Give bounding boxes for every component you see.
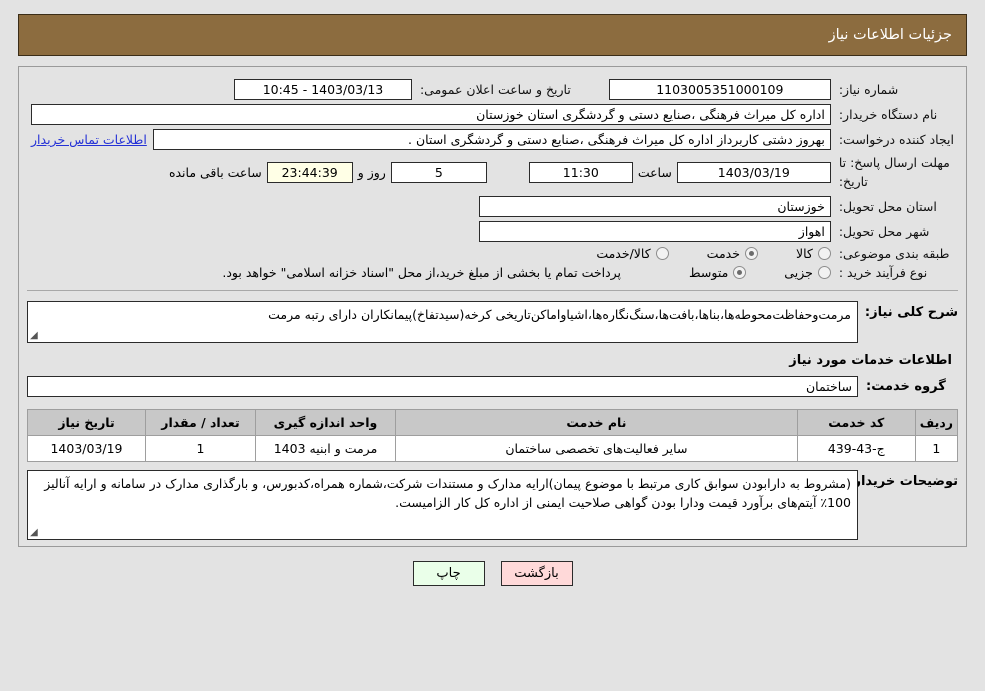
row-buyer-org: نام دستگاه خریدار: اداره کل میراث فرهنگی… <box>27 102 958 127</box>
announce-datetime-label: تاریخ و ساعت اعلان عمومی: <box>419 82 571 97</box>
resize-grip-icon[interactable]: ◣ <box>30 527 40 538</box>
panel-divider <box>27 289 958 291</box>
footer-buttons: بازگشت چاپ <box>0 560 985 586</box>
countdown-timer: 23:44:39 <box>266 162 353 184</box>
col-unit: واحد اندازه گیری <box>255 408 396 436</box>
services-table: ردیف کد خدمت نام خدمت واحد اندازه گیری ت… <box>27 408 959 462</box>
radio-icon[interactable] <box>817 265 831 279</box>
category-option-label: کالا <box>795 245 813 261</box>
deadline-date-value: 1403/03/19 <box>676 162 831 184</box>
need-details-panel: شماره نیاز: 1103005351000109 تاریخ و ساع… <box>18 66 967 547</box>
category-option-kala-khedmat[interactable]: کالا/خدمت <box>596 245 669 261</box>
page-title: جزئیات اطلاعات نیاز <box>828 27 952 43</box>
row-process-type: نوع فرآیند خرید : جزیی متوسط پرداخت تمام… <box>27 263 958 282</box>
process-note: پرداخت تمام یا بخشی از مبلغ خرید،از محل … <box>222 264 622 280</box>
announce-datetime-value: 1403/03/13 - 10:45 <box>233 79 412 100</box>
process-option-motavaset[interactable]: متوسط <box>689 264 747 280</box>
col-index: ردیف <box>914 408 959 436</box>
row-province: استان محل تحویل: خوزستان <box>27 194 958 219</box>
process-option-jozei[interactable]: جزیی <box>784 265 831 280</box>
row-category: طبقه بندی موضوعی: کالا خدمت کالا/خدمت <box>27 244 958 263</box>
description-label: شرح کلی نیاز: <box>864 304 958 320</box>
cell-unit: مرمت و ابنیه 1403 <box>255 434 396 462</box>
category-option-khedmat[interactable]: خدمت <box>707 246 758 261</box>
radio-icon[interactable] <box>817 246 831 260</box>
resize-grip-icon[interactable]: ◣ <box>30 330 40 341</box>
col-quantity: تعداد / مقدار <box>145 408 256 436</box>
row-requester: ایجاد کننده درخواست: بهروز دشتی کاربرداز… <box>27 127 958 152</box>
cell-service-code: ج-43-439 <box>796 434 916 462</box>
province-value: خوزستان <box>478 195 831 217</box>
deadline-time-value: 11:30 <box>528 162 633 184</box>
buyer-org-label: نام دستگاه خریدار: <box>838 107 938 122</box>
buyer-notes-label: توضیحات خریدار: <box>848 473 958 489</box>
category-option-kala[interactable]: کالا <box>796 246 831 261</box>
services-table-body: 1 ج-43-439 سایر فعالیت‌های تخصصی ساختمان… <box>27 434 959 462</box>
buyer-notes-section: توضیحات خریدار: (مشروط به دارابودن سوابق… <box>27 469 958 540</box>
need-number-label: شماره نیاز: <box>838 82 899 97</box>
radio-icon[interactable] <box>744 246 758 260</box>
category-radio-group: کالا خدمت کالا/خدمت <box>31 246 831 261</box>
radio-icon[interactable] <box>733 265 747 279</box>
row-city: شهر محل تحویل: اهواز <box>27 219 958 244</box>
city-label: شهر محل تحویل: <box>838 223 930 239</box>
province-label: استان محل تحویل: <box>838 198 937 214</box>
remaining-label: ساعت باقی مانده <box>168 165 262 181</box>
process-radio-group: جزیی متوسط پرداخت تمام یا بخشی از مبلغ خ… <box>31 265 831 280</box>
buyer-contact-link[interactable]: اطلاعات تماس خریدار <box>31 132 147 147</box>
service-group-value: ساختمان <box>27 375 858 397</box>
category-option-label: خدمت <box>706 245 740 261</box>
category-option-label: کالا/خدمت <box>596 245 651 261</box>
col-service-code: کد خدمت <box>796 408 916 436</box>
row-need-number: شماره نیاز: 1103005351000109 تاریخ و ساع… <box>27 77 958 102</box>
print-button[interactable]: چاپ <box>412 560 485 586</box>
need-number-value: 1103005351000109 <box>608 79 831 100</box>
service-group-label: گروه خدمت: <box>866 378 946 394</box>
service-group-row: گروه خدمت: ساختمان <box>27 375 958 397</box>
back-button[interactable]: بازگشت <box>500 560 573 586</box>
process-label: نوع فرآیند خرید : <box>838 264 928 280</box>
buyer-notes-value: (مشروط به دارابودن سوابق کاری مرتبط با م… <box>44 475 851 510</box>
days-label: روز و <box>357 165 386 181</box>
row-deadline: مهلت ارسال پاسخ: تا تاریخ: 1403/03/19 سا… <box>27 152 958 194</box>
buyer-org-value: اداره کل میراث فرهنگی ،صنایع دستی و گردش… <box>31 104 831 125</box>
process-option-label: جزیی <box>784 264 813 280</box>
process-option-label: متوسط <box>689 264 729 280</box>
cell-service-name: سایر فعالیت‌های تخصصی ساختمان <box>395 434 798 462</box>
page-root: AriaTender.net جزئیات اطلاعات نیاز شماره… <box>0 14 985 691</box>
description-value: مرمت‌وحفاظت‌محوطه‌ها،بناها،بافت‌ها،سنگ‌ن… <box>268 306 851 322</box>
buyer-notes-textarea[interactable]: (مشروط به دارابودن سوابق کاری مرتبط با م… <box>27 469 858 540</box>
category-label: طبقه بندی موضوعی: <box>838 245 950 261</box>
description-section: شرح کلی نیاز: مرمت‌وحفاظت‌محوطه‌ها،بناها… <box>27 300 958 343</box>
col-service-name: نام خدمت <box>395 408 798 436</box>
col-need-date: تاریخ نیاز <box>27 408 146 436</box>
days-remaining-value: 5 <box>390 162 487 184</box>
city-value: اهواز <box>478 220 831 242</box>
cell-index: 1 <box>914 434 959 462</box>
services-table-head: ردیف کد خدمت نام خدمت واحد اندازه گیری ت… <box>27 408 959 436</box>
deadline-label: مهلت ارسال پاسخ: تا تاریخ: <box>838 155 950 189</box>
table-row: 1 ج-43-439 سایر فعالیت‌های تخصصی ساختمان… <box>27 434 959 462</box>
hour-label: ساعت <box>637 165 672 181</box>
description-textarea[interactable]: مرمت‌وحفاظت‌محوطه‌ها،بناها،بافت‌ها،سنگ‌ن… <box>27 300 858 343</box>
cell-need-date: 1403/03/19 <box>27 434 146 462</box>
services-section-title: اطلاعات خدمات مورد نیاز <box>789 352 952 368</box>
need-info-form: شماره نیاز: 1103005351000109 تاریخ و ساع… <box>27 77 958 282</box>
requester-value: بهروز دشتی کاربرداز اداره کل میراث فرهنگ… <box>152 129 831 150</box>
table-header-row: ردیف کد خدمت نام خدمت واحد اندازه گیری ت… <box>27 408 959 436</box>
radio-icon[interactable] <box>655 246 669 260</box>
cell-quantity: 1 <box>145 434 256 462</box>
requester-label: ایجاد کننده درخواست: <box>838 132 954 147</box>
page-header: جزئیات اطلاعات نیاز <box>18 14 967 56</box>
